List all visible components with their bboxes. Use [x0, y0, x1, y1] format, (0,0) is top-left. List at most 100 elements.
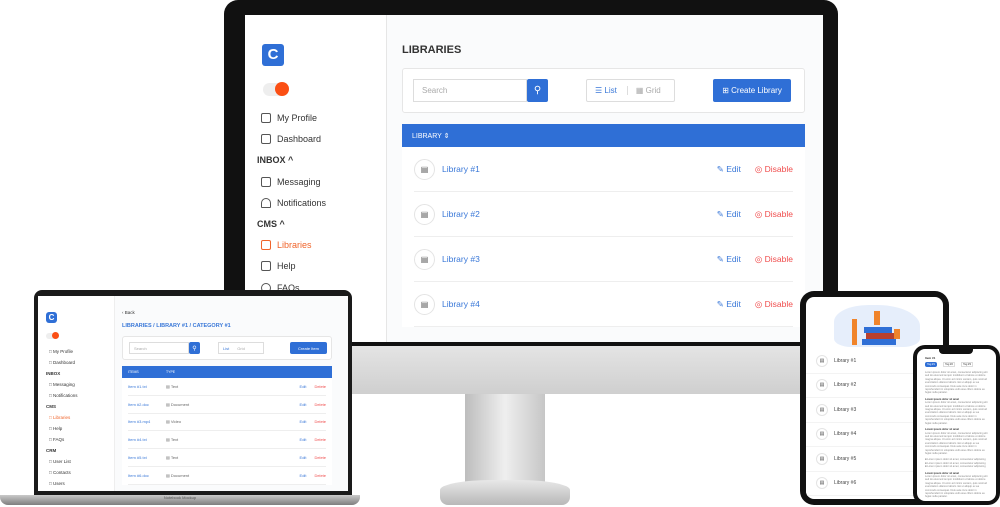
delete-button[interactable]: Delete — [314, 402, 326, 407]
library-link[interactable]: Library #2 — [442, 209, 717, 219]
sidebar-item-messaging[interactable]: Messaging — [261, 177, 321, 187]
disable-button[interactable]: ◎ Disable — [755, 299, 793, 310]
view-list-button[interactable]: List — [223, 346, 229, 351]
item-type: ▤ Document — [166, 401, 190, 407]
theme-toggle[interactable] — [46, 332, 59, 339]
library-link[interactable]: Library #1 — [442, 164, 717, 174]
item-type: ▤ Text — [166, 383, 179, 389]
library-icon — [261, 240, 271, 250]
sidebar-item[interactable]: □ Notifications — [46, 390, 77, 401]
type-icon: ▤ — [166, 383, 170, 389]
sidebar-item[interactable]: □ Messaging — [46, 379, 77, 390]
item-title: Item #1 — [925, 356, 936, 360]
item-link[interactable]: Item #2.doc — [128, 402, 166, 407]
sidebar-item[interactable]: □ FAQs — [46, 434, 77, 445]
search-input[interactable]: Search — [129, 342, 189, 354]
edit-button[interactable]: Edit — [300, 402, 307, 407]
disable-icon: ◎ — [754, 208, 763, 219]
edit-button[interactable]: Edit — [300, 455, 307, 460]
sidebar-item-help[interactable]: Help — [261, 261, 296, 271]
table-header: ITEMS TYPE — [122, 366, 332, 378]
search-input[interactable]: Search — [413, 79, 527, 102]
item-type: ▤ Video — [166, 419, 182, 425]
edit-button[interactable]: Edit — [300, 473, 307, 478]
section-cms[interactable]: CMS ^ — [257, 219, 285, 229]
sidebar-item[interactable]: □ Help — [46, 423, 77, 434]
column-items-sort[interactable]: ITEMS — [128, 370, 166, 374]
library-icon: ▤ — [816, 403, 828, 416]
library-illustration — [834, 305, 920, 347]
sidebar-item[interactable]: □ My Profile — [46, 346, 77, 357]
item-link[interactable]: Item #3.mp4 — [128, 419, 166, 424]
edit-icon: ✎ — [716, 298, 724, 309]
disable-button[interactable]: ◎ Disable — [755, 254, 793, 265]
edit-button[interactable]: Edit — [300, 419, 307, 424]
sidebar-item-libraries[interactable]: Libraries — [261, 240, 312, 250]
create-library-button[interactable]: ⊞ Create Library — [713, 79, 791, 102]
toolbar: Search ⚲ ☰ List ▦ Grid ⊞ Create Library — [402, 68, 805, 113]
logo: C — [262, 44, 284, 66]
section-inbox[interactable]: INBOX ^ — [257, 155, 293, 165]
delete-button[interactable]: Delete — [314, 384, 326, 389]
create-item-button[interactable]: Create Item — [290, 342, 327, 354]
column-type-sort[interactable]: TYPE — [166, 370, 175, 374]
sidebar-item-my-profile[interactable]: My Profile — [261, 113, 317, 123]
item-link[interactable]: Item #6.doc — [128, 473, 166, 478]
sidebar-item[interactable]: □ Dashboard — [46, 357, 77, 368]
search-button[interactable]: ⚲ — [527, 79, 548, 102]
section-inbox[interactable]: INBOX — [46, 368, 77, 379]
tag-3[interactable]: Tag #3 — [961, 362, 973, 367]
sidebar-item[interactable]: □ Contacts — [46, 467, 77, 478]
phone-screen: Item #1 Tag #1 Tag #2 Tag #3 Lorem ipsum… — [917, 349, 996, 501]
library-icon: ▤ — [816, 477, 828, 490]
edit-button[interactable]: Edit — [300, 384, 307, 389]
edit-button[interactable]: ✎ Edit — [717, 164, 741, 175]
delete-button[interactable]: Delete — [314, 455, 326, 460]
delete-button[interactable]: Delete — [314, 419, 326, 424]
search-button[interactable]: ⚲ — [189, 342, 200, 354]
table-row: Item #2.doc ▤ Document Edit Delete — [128, 395, 326, 414]
edit-button[interactable]: ✎ Edit — [717, 209, 741, 220]
back-link[interactable]: ‹ Back — [122, 310, 135, 315]
item-type: ▤ Text — [166, 437, 179, 443]
view-grid-button[interactable]: ▦ Grid — [626, 86, 661, 95]
theme-toggle[interactable] — [263, 82, 289, 96]
library-icon: ▤ — [816, 452, 828, 465]
grid-icon — [261, 134, 271, 144]
sidebar-item[interactable]: □ Users — [46, 478, 77, 489]
bullet-item: ■ Lorem ipsum dolor sit amet, consectetu… — [925, 465, 986, 469]
edit-button[interactable]: Edit — [300, 437, 307, 442]
tag-1[interactable]: Tag #1 — [925, 362, 937, 367]
sidebar-item[interactable]: □ Libraries — [46, 412, 77, 423]
section-cms[interactable]: CMS — [46, 401, 77, 412]
monitor-base — [440, 480, 570, 505]
mockup-caption: Notebook Mockup — [163, 495, 197, 500]
sidebar-item-notifications[interactable]: Notifications — [261, 198, 326, 208]
view-list-button[interactable]: ☰ List — [595, 86, 617, 95]
library-link[interactable]: Library #4 — [442, 299, 717, 309]
library-link[interactable]: Library #3 — [442, 254, 717, 264]
edit-button[interactable]: ✎ Edit — [717, 299, 741, 310]
table-row: ▤ Library #1 ✎ Edit ◎ Disable — [414, 147, 793, 192]
sidebar-item-dashboard[interactable]: Dashboard — [261, 134, 321, 144]
disable-button[interactable]: ◎ Disable — [755, 164, 793, 175]
edit-icon: ✎ — [716, 163, 724, 174]
bell-icon — [261, 198, 271, 208]
message-icon — [261, 177, 271, 187]
section-crm[interactable]: CRM — [46, 445, 77, 456]
disable-button[interactable]: ◎ Disable — [755, 209, 793, 220]
chevron-up-icon: ^ — [279, 219, 285, 229]
edit-button[interactable]: ✎ Edit — [717, 254, 741, 265]
item-link[interactable]: Item #1.txt — [128, 384, 166, 389]
paragraph: Lorem ipsum dolor sit amet, consectetur … — [925, 431, 988, 455]
view-grid-button[interactable]: Grid — [237, 346, 245, 351]
item-link[interactable]: Item #5.txt — [128, 455, 166, 460]
delete-button[interactable]: Delete — [314, 473, 326, 478]
item-link[interactable]: Item #4.txt — [128, 437, 166, 442]
user-icon — [261, 113, 271, 123]
sidebar-item[interactable]: □ User List — [46, 456, 77, 467]
tag-2[interactable]: Tag #2 — [943, 362, 955, 367]
delete-button[interactable]: Delete — [314, 437, 326, 442]
column-library-sort[interactable]: LIBRARY ⇕ — [412, 132, 450, 140]
library-icon: ▤ — [414, 158, 435, 180]
